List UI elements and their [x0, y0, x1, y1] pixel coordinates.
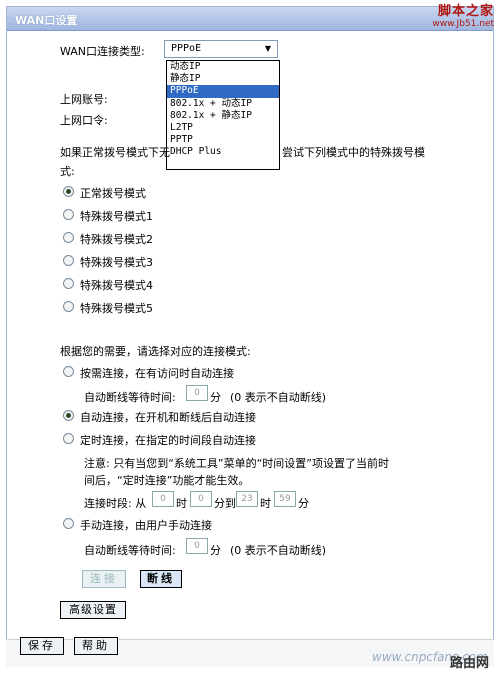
wan-type-label: WAN口连接类型: [60, 45, 145, 58]
connect-timed-radio[interactable] [63, 433, 74, 444]
idle-time-input[interactable]: 0 [186, 385, 208, 401]
dial-mode-label: 特殊拨号模式1 [80, 210, 153, 223]
watermark-logo: 路由网 [450, 656, 490, 671]
timed-note-line2: 间后，“定时连接”功能才能生效。 [84, 474, 250, 487]
idle-time-label: 自动断线等待时间: [84, 391, 176, 404]
connect-auto-radio[interactable] [63, 410, 74, 421]
from-min-input[interactable]: 0 [190, 491, 212, 507]
watermark-top: 脚本之家 www.Jb51.net [432, 0, 494, 29]
wan-type-dropdown[interactable]: 动态IP 静态IP PPPoE 802.1x + 动态IP 802.1x + 静… [166, 60, 280, 170]
dial-mode-label: 特殊拨号模式3 [80, 256, 153, 269]
connect-timed-label: 定时连接，在指定的时间段自动连接 [80, 434, 256, 447]
wan-type-option[interactable]: PPTP [167, 134, 279, 146]
idle-time-hint: (0 表示不自动断线) [230, 391, 327, 404]
advanced-settings-button[interactable]: 高级设置 [60, 601, 126, 619]
connect-manual-label: 手动连接，由用户手动连接 [80, 519, 212, 532]
wan-type-option[interactable]: DHCP Plus [167, 146, 279, 158]
title-bar: WAN口设置 [7, 7, 493, 31]
wan-type-option[interactable]: 动态IP [167, 61, 279, 73]
connect-button[interactable]: 连接 [82, 570, 126, 588]
connect-on-demand-label: 按需连接，在有访问时自动连接 [80, 367, 234, 380]
wan-type-select[interactable]: PPPoE ▼ [164, 40, 278, 58]
wan-type-option[interactable]: 802.1x + 静态IP [167, 110, 279, 122]
dial-mode-label: 正常拨号模式 [80, 187, 146, 200]
dial-mode-label: 特殊拨号模式2 [80, 233, 153, 246]
from-hour-input[interactable]: 0 [152, 491, 174, 507]
connect-on-demand-radio[interactable] [63, 366, 74, 377]
dial-mode-intro-left: 如果正常拨号模式下无 [60, 146, 170, 159]
dial-mode-radio-normal[interactable] [63, 186, 74, 197]
username-label: 上网账号: [60, 93, 108, 106]
connect-auto-label: 自动连接，在开机和断线后自动连接 [80, 411, 256, 424]
wan-type-option[interactable]: 静态IP [167, 73, 279, 85]
help-button[interactable]: 帮助 [74, 637, 118, 655]
manual-idle-time-label: 自动断线等待时间: [84, 544, 176, 557]
timed-note-line1: 注意: 只有当您到“系统工具”菜单的“时间设置”项设置了当前时 [84, 457, 389, 470]
dial-mode-intro-right: 尝试下列模式中的特殊拨号模 [282, 146, 425, 159]
period-label: 连接时段: 从 [84, 497, 147, 510]
from-hour-unit: 时 [176, 497, 187, 510]
to-min-unit: 分 [298, 497, 309, 510]
wan-type-option[interactable]: 802.1x + 动态IP [167, 98, 279, 110]
window-title: WAN口设置 [15, 14, 78, 27]
dial-mode-radio-1[interactable] [63, 209, 74, 220]
idle-time-unit: 分 [210, 391, 221, 404]
wan-type-option[interactable]: L2TP [167, 122, 279, 134]
dial-mode-radio-4[interactable] [63, 278, 74, 289]
dial-mode-radio-5[interactable] [63, 301, 74, 312]
disconnect-button[interactable]: 断线 [140, 570, 182, 588]
save-button[interactable]: 保存 [20, 637, 64, 655]
connect-manual-radio[interactable] [63, 518, 74, 529]
manual-idle-time-input[interactable]: 0 [186, 538, 208, 554]
dial-mode-label: 特殊拨号模式5 [80, 302, 153, 315]
to-min-input[interactable]: 59 [274, 491, 296, 507]
to-hour-unit: 时 [260, 497, 271, 510]
watermark-top-line1: 脚本之家 [437, 4, 494, 19]
dial-mode-label: 特殊拨号模式4 [80, 279, 153, 292]
chevron-down-icon[interactable]: ▼ [262, 43, 274, 55]
watermark-top-line2: www.Jb51.net [432, 19, 494, 29]
to-hour-input[interactable]: 23 [236, 491, 258, 507]
dial-mode-radio-2[interactable] [63, 232, 74, 243]
to-label: 分到 [214, 497, 236, 510]
dial-mode-intro-line2: 式: [60, 165, 75, 178]
connect-mode-intro: 根据您的需要，请选择对应的连接模式: [60, 345, 251, 358]
wan-type-value: PPPoE [171, 43, 202, 54]
dial-mode-radio-3[interactable] [63, 255, 74, 266]
manual-idle-time-unit: 分 [210, 544, 221, 557]
manual-idle-time-hint: (0 表示不自动断线) [230, 544, 327, 557]
wan-type-option-selected[interactable]: PPPoE [167, 85, 279, 98]
password-label: 上网口令: [60, 114, 108, 127]
